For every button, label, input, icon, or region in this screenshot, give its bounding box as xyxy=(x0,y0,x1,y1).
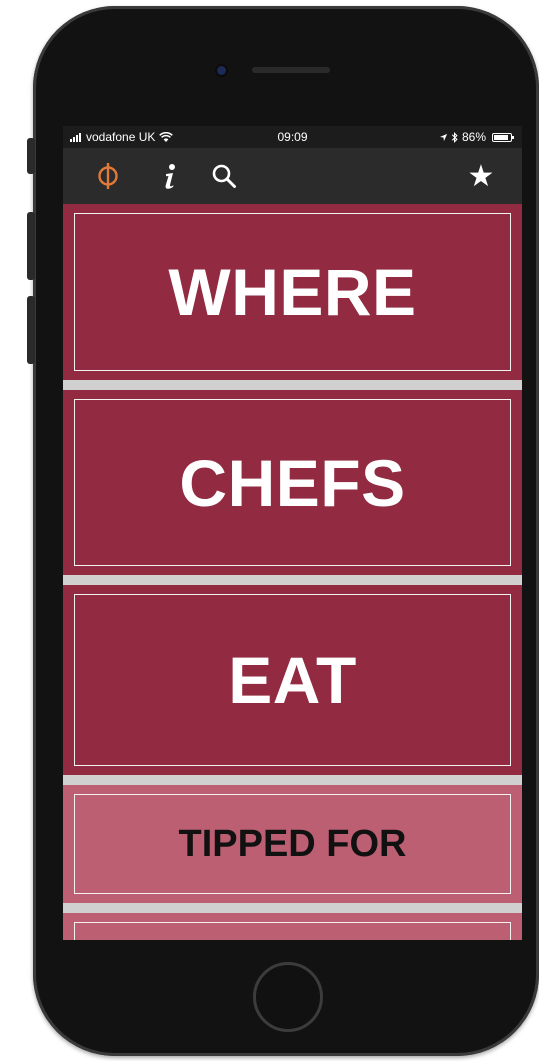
menu-list: WHERE CHEFS EAT TIPPED FOR xyxy=(63,204,522,940)
menu-item-label: TIPPED FOR xyxy=(178,822,407,865)
search-icon[interactable] xyxy=(207,148,241,204)
app-toolbar: ★ xyxy=(63,148,522,204)
menu-item-chefs[interactable]: CHEFS xyxy=(63,390,522,575)
phone-screen: vodafone UK 09:09 86% ★ WHERE CHEFS EAT … xyxy=(63,126,522,940)
mute-switch xyxy=(27,138,35,174)
battery-level xyxy=(494,134,508,140)
info-icon[interactable] xyxy=(155,148,185,204)
menu-item-frame: TIPPED FOR xyxy=(74,794,511,894)
location-arrow-icon xyxy=(439,133,448,141)
favorites-star-icon[interactable]: ★ xyxy=(464,148,498,204)
front-camera xyxy=(217,66,226,75)
battery-percent: 86% xyxy=(461,130,486,144)
menu-item-label: EAT xyxy=(228,643,357,717)
menu-item-partial[interactable] xyxy=(63,913,522,940)
bluetooth-icon xyxy=(451,131,458,143)
menu-item-tipped-for[interactable]: TIPPED FOR xyxy=(63,785,522,903)
phi-logo-icon[interactable] xyxy=(91,148,125,204)
earpiece-speaker xyxy=(252,67,330,73)
status-right: 86% xyxy=(439,130,514,144)
menu-item-where[interactable]: WHERE xyxy=(63,204,522,380)
volume-up-button xyxy=(27,212,35,280)
menu-item-label: CHEFS xyxy=(179,445,406,520)
battery-icon xyxy=(492,132,514,142)
menu-item-eat[interactable]: EAT xyxy=(63,585,522,775)
volume-down-button xyxy=(27,296,35,364)
menu-item-frame: EAT xyxy=(74,594,511,766)
menu-item-frame xyxy=(74,922,511,940)
menu-item-label: WHERE xyxy=(168,255,417,329)
status-bar: vodafone UK 09:09 86% xyxy=(63,126,522,148)
home-button[interactable] xyxy=(253,962,323,1032)
menu-item-frame: WHERE xyxy=(74,213,511,371)
menu-item-frame: CHEFS xyxy=(74,399,511,566)
